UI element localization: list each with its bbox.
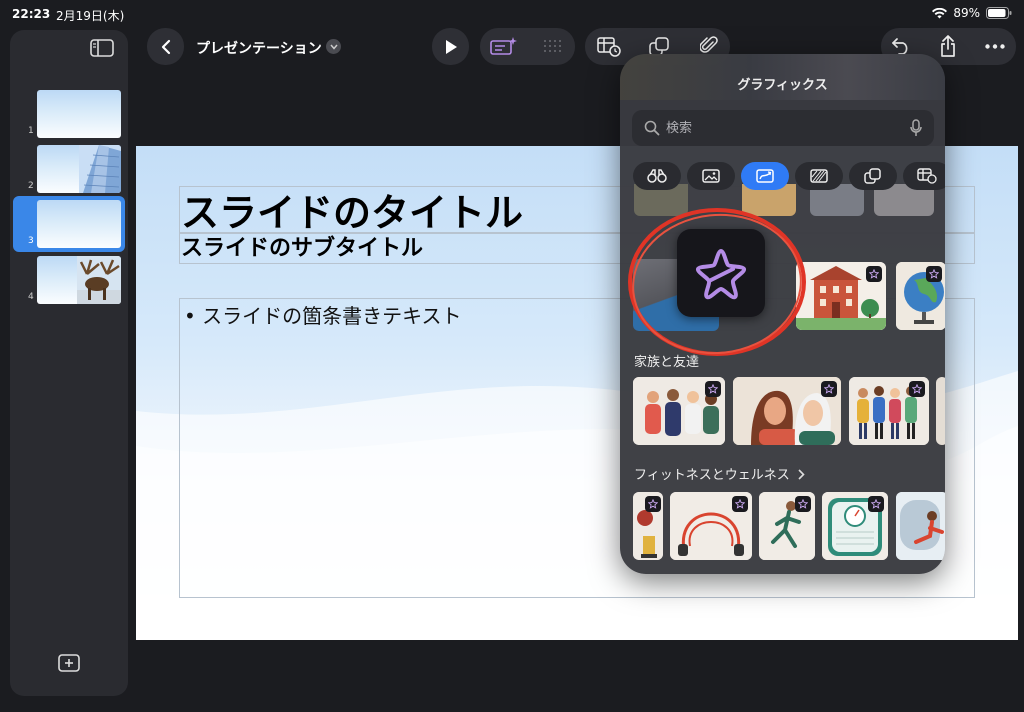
graphic-tile-two-women[interactable] (733, 377, 841, 445)
play-icon (445, 39, 457, 54)
binoculars-icon (647, 169, 667, 183)
slide-thumbnail-1[interactable] (37, 90, 121, 138)
wifi-icon (932, 7, 948, 18)
category-photos[interactable] (687, 162, 735, 190)
category-animals[interactable] (633, 162, 681, 190)
graphic-tile-group-hug[interactable] (849, 377, 929, 445)
graphic-tile-jump-rope[interactable] (670, 492, 752, 560)
pattern-icon (810, 169, 828, 183)
slide-number-1: 1 (28, 126, 34, 136)
table-icon (917, 168, 937, 184)
document-menu-button[interactable] (326, 39, 341, 54)
chevron-right-icon (798, 469, 805, 480)
star-icon (929, 269, 939, 279)
star-icon (648, 499, 658, 509)
category-shapes[interactable] (849, 162, 897, 190)
premium-badge (645, 496, 661, 512)
slide-thumbnail-2[interactable] (37, 145, 121, 193)
star-icon (912, 384, 922, 394)
slide-bullet-text[interactable]: • スライドの箇条書きテキスト (184, 300, 462, 329)
graphic-tile-yoga[interactable] (896, 492, 945, 560)
animate-icon[interactable] (490, 36, 518, 56)
premium-badge (866, 266, 882, 282)
slide-thumbnail-3[interactable] (37, 200, 121, 248)
table-icon[interactable] (597, 37, 621, 57)
search-input[interactable] (666, 118, 896, 138)
graphic-tile-runner[interactable] (759, 492, 815, 560)
graphic-tile-partial[interactable] (936, 377, 945, 445)
status-date: 2月19日(木) (56, 9, 125, 23)
yoga-illustration (896, 492, 945, 560)
section-label-family[interactable]: 家族と友達 (634, 351, 699, 370)
graphic-tile-friends-group[interactable] (633, 377, 725, 445)
section-label-fitness-text: フィットネスとウェルネス (634, 468, 790, 483)
back-button[interactable] (147, 28, 184, 65)
status-bar: 22:23 2月19日(木) 89% (0, 0, 1024, 28)
paperclip-icon[interactable] (700, 36, 718, 56)
slide-thumbnail-4[interactable] (37, 256, 121, 304)
microphone-icon[interactable] (910, 119, 922, 137)
animation-toolbar-group (480, 28, 575, 65)
premium-badge (909, 381, 925, 397)
star-icon (871, 499, 881, 509)
graphic-tile-scale[interactable] (822, 492, 888, 560)
star-icon (798, 499, 808, 509)
battery-percent: 89% (953, 6, 980, 20)
premium-badge (821, 381, 837, 397)
graphic-tile-kettlebell[interactable] (633, 492, 663, 560)
building-photo (79, 145, 121, 193)
category-tables[interactable] (903, 162, 945, 190)
slide-navigator: 1 2 3 4 (10, 30, 128, 696)
star-icon (869, 269, 879, 279)
moose-photo (77, 256, 121, 304)
category-illustrations[interactable] (741, 162, 789, 190)
illustration-icon (756, 169, 774, 183)
chevron-left-icon (161, 39, 170, 54)
premium-badge (926, 266, 942, 282)
section-label-fitness[interactable]: フィットネスとウェルネス (634, 464, 805, 483)
category-patterns[interactable] (795, 162, 843, 190)
sidebar-toggle-icon[interactable] (90, 38, 114, 58)
search-icon (644, 120, 660, 136)
undo-icon[interactable] (891, 38, 911, 55)
photo-icon (702, 169, 720, 183)
premium-badge (705, 381, 721, 397)
slide-number-3: 3 (28, 236, 34, 246)
chevron-down-icon (329, 44, 338, 50)
more-icon[interactable] (985, 44, 1005, 49)
slide-number-4: 4 (28, 292, 34, 302)
premium-badge (732, 496, 748, 512)
star-icon (708, 384, 718, 394)
slide-title[interactable]: スライドのタイトル (181, 182, 523, 237)
document-title[interactable]: プレゼンテーション (196, 38, 322, 58)
slide-number-2: 2 (28, 181, 34, 191)
bullet-text: スライドの箇条書きテキスト (202, 304, 462, 328)
shapes-icon (864, 168, 881, 184)
grid-dots-icon[interactable] (543, 39, 561, 55)
premium-badge (868, 496, 884, 512)
status-time: 22:23 (12, 7, 51, 21)
star-icon (735, 499, 745, 509)
status-right: 89% (932, 6, 1012, 20)
graphic-tile-globe[interactable] (896, 262, 945, 330)
add-slide-icon[interactable] (58, 654, 80, 672)
premium-badge (795, 496, 811, 512)
play-button[interactable] (432, 28, 469, 65)
battery-icon (986, 7, 1012, 19)
popover-title: グラフィックス (737, 78, 828, 93)
graphic-tile-school[interactable] (796, 262, 886, 330)
star-icon (824, 384, 834, 394)
graphics-search[interactable] (632, 110, 934, 146)
slide-subtitle[interactable]: スライドのサブタイトル (181, 230, 423, 262)
partial-tile-row (634, 184, 934, 216)
bullet-mark: • (184, 304, 203, 328)
